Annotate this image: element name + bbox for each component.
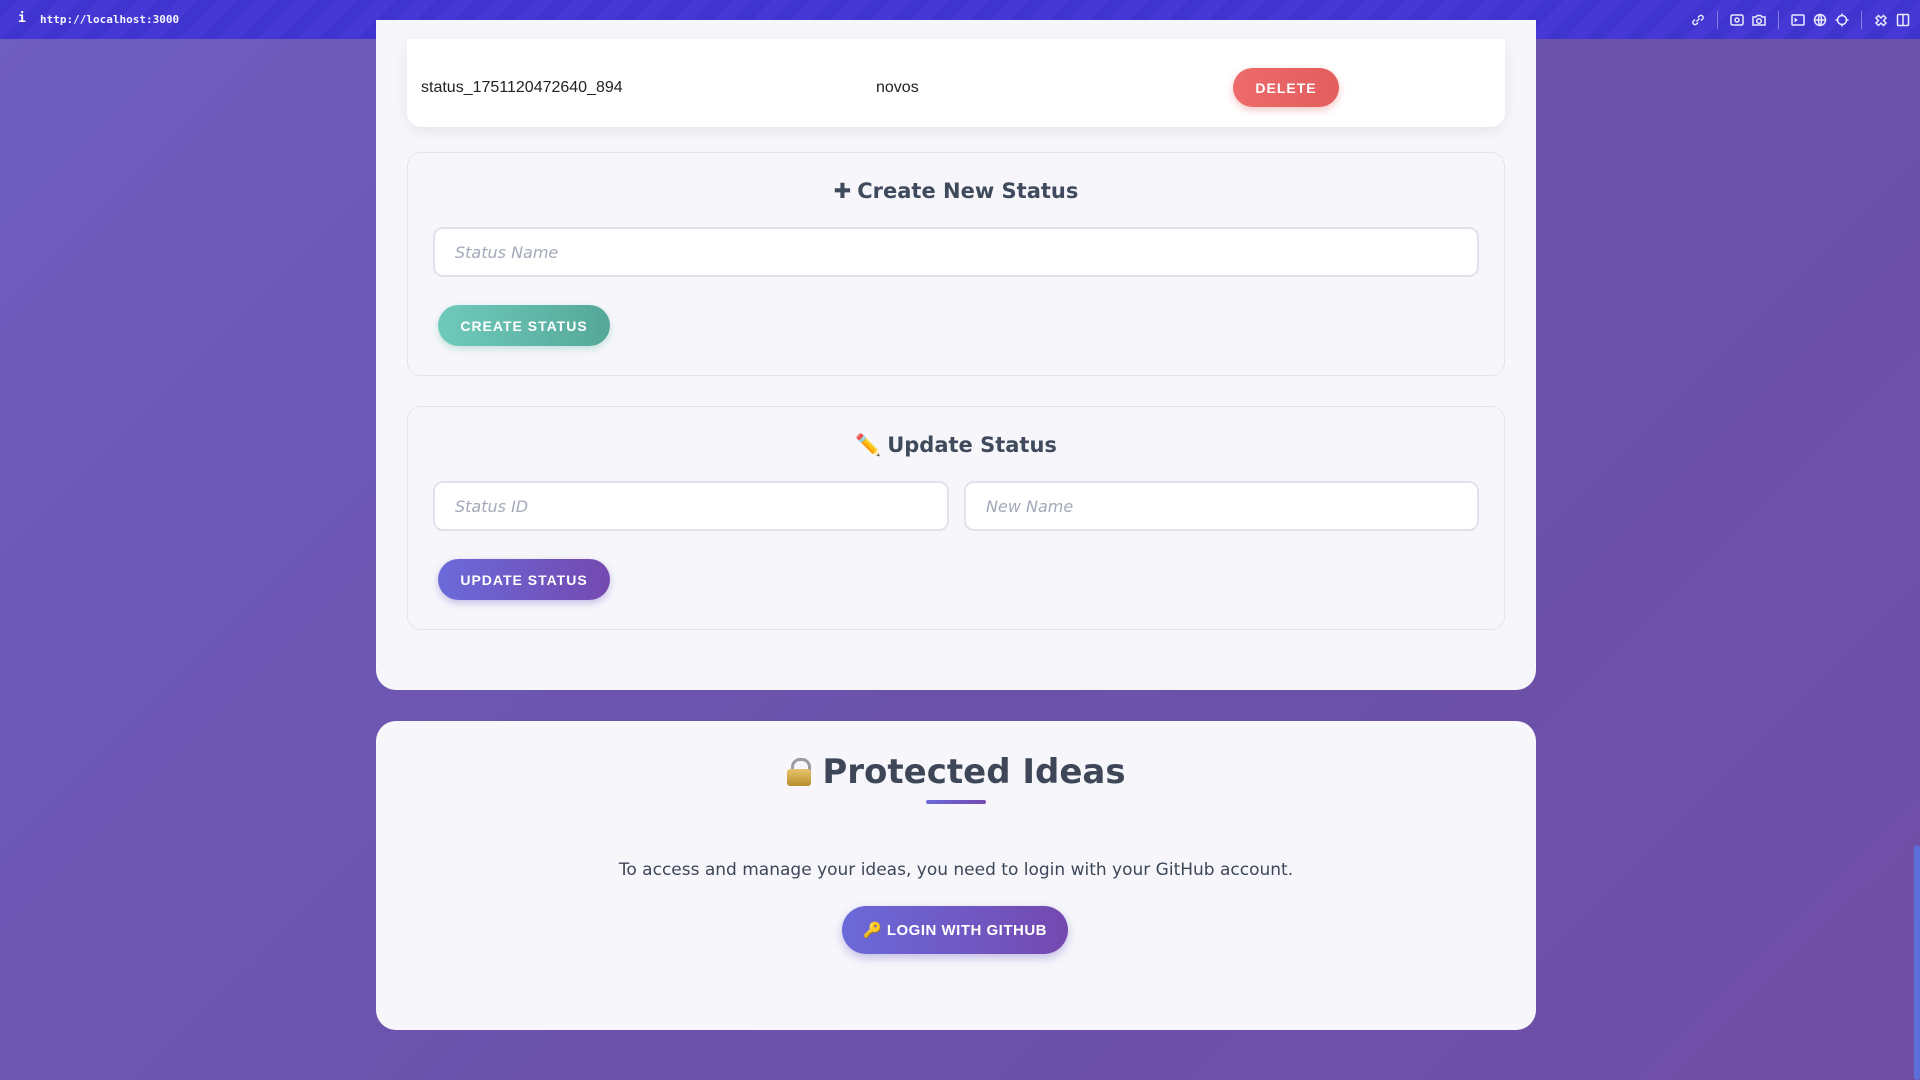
toolbar-divider [1717,10,1718,29]
create-status-button[interactable]: CREATE STATUS [438,305,610,346]
new-name-input[interactable] [964,481,1479,531]
link-icon[interactable] [1687,9,1709,31]
screenshot-icon[interactable] [1726,9,1748,31]
toolbar-icons [1687,0,1920,39]
create-status-panel: ✚Create New Status CREATE STATUS [407,152,1505,376]
site-info-icon[interactable]: i [18,11,26,26]
address-bar-url[interactable]: http://localhost:3000 [40,13,179,26]
plus-icon: ✚ [833,179,852,203]
scrollbar-thumb[interactable] [1914,845,1920,1080]
status-name-cell: status_1751120472640_894 [421,79,623,96]
login-button-label: LOGIN WITH GITHUB [886,922,1047,939]
create-status-title: Create New Status [857,179,1079,203]
crosshair-icon[interactable] [1831,9,1853,31]
login-with-github-button[interactable]: 🔑 LOGIN WITH GITHUB [842,906,1068,954]
status-id-input[interactable] [433,481,949,531]
sidebar-icon[interactable] [1892,9,1914,31]
terminal-icon[interactable] [1787,9,1809,31]
login-prompt-text: To access and manage your ideas, you nee… [618,860,1294,880]
create-status-heading: ✚ Create New Status [408,179,1504,203]
update-status-title: Update Status [887,433,1057,457]
title-underline [926,800,986,804]
update-status-heading: ✏️ Update Status [408,433,1504,458]
extensions-icon[interactable] [1870,9,1892,31]
protected-ideas-title: Protected Ideas [822,752,1126,792]
update-status-panel: ✏️Update Status UPDATE STATUS [407,406,1505,630]
toolbar-divider [1778,10,1779,29]
status-name-input[interactable] [433,227,1479,277]
lock-icon [786,758,812,786]
status-table: status_1751120472640_894 novos DELETE [407,39,1505,127]
delete-button[interactable]: DELETE [1233,68,1339,107]
protected-ideas-card: Protected Ideas To access and manage you… [376,721,1536,1030]
update-status-button[interactable]: UPDATE STATUS [438,559,610,600]
pencil-icon: ✏️ [855,433,882,457]
key-icon: 🔑 [862,922,883,939]
camera-icon[interactable] [1748,9,1770,31]
toolbar-divider [1861,10,1862,29]
protected-ideas-heading: Protected Ideas [376,752,1536,792]
status-value-cell: novos [876,79,919,96]
globe-icon[interactable] [1809,9,1831,31]
